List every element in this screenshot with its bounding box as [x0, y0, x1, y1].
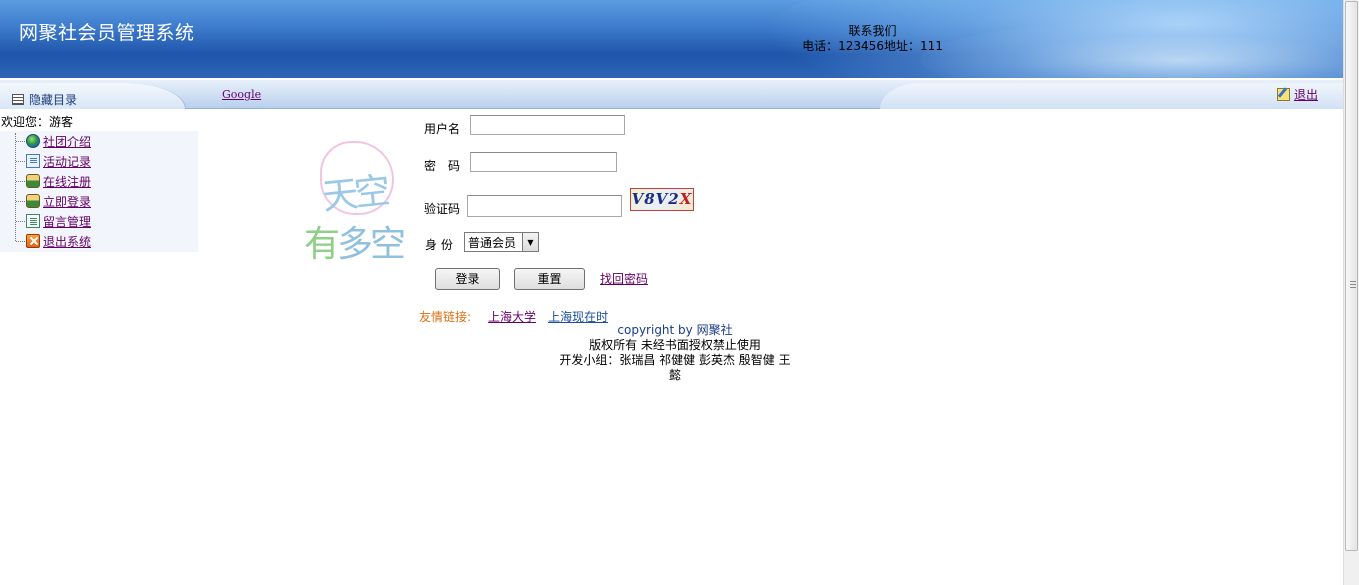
username-label: 用户名	[424, 122, 461, 136]
friend-links-label: 友情链接:	[419, 310, 472, 324]
sidebar-item-label[interactable]: 留言管理	[43, 213, 91, 230]
sidebar-item-label[interactable]: 退出系统	[43, 233, 91, 250]
toggle-menu-label: 隐藏目录	[29, 93, 78, 107]
menu-list-icon	[12, 94, 24, 105]
site-title: 网聚社会员管理系统	[19, 22, 195, 44]
scrollbar-grip-icon	[1350, 281, 1356, 288]
edit-icon	[1277, 88, 1290, 101]
captcha-text-end: X	[679, 190, 693, 208]
captcha-image[interactable]: V8V2X	[630, 188, 694, 211]
captcha-label: 验证码	[424, 202, 461, 216]
password-input[interactable]	[470, 152, 617, 172]
friend-link-shu[interactable]: 上海大学	[488, 308, 536, 325]
captcha-text: V8V2	[631, 190, 680, 208]
exit-icon	[26, 234, 40, 248]
role-selected-value: 普通会员	[468, 235, 517, 250]
tree-branch	[16, 180, 25, 182]
login-button[interactable]: 登录	[435, 268, 500, 290]
contact-info: 联系我们 电话：123456地址：111	[790, 24, 955, 54]
tree-branch	[16, 220, 25, 222]
chevron-down-icon[interactable]: ▼	[522, 233, 538, 251]
sidebar-item-label[interactable]: 社团介绍	[43, 133, 91, 150]
nav-bar: 隐藏目录 Google 退出	[0, 78, 1343, 109]
tree-branch	[16, 200, 25, 202]
note-icon	[26, 214, 40, 228]
logout-control[interactable]: 退出	[1277, 86, 1318, 103]
user-icon	[26, 194, 40, 208]
sidebar-item-label[interactable]: 活动记录	[43, 153, 91, 170]
artwork-line-2: 有多空	[304, 215, 406, 267]
sidebar-item-register[interactable]: 在线注册	[16, 172, 91, 190]
role-label: 身 份	[425, 238, 453, 252]
sidebar-item-exit[interactable]: 退出系统	[16, 232, 91, 250]
sidebar-item-activity[interactable]: 活动记录	[16, 152, 91, 170]
contact-title: 联系我们	[848, 24, 897, 38]
toggle-menu-button[interactable]: 隐藏目录	[12, 91, 77, 108]
password-label: 密 码	[424, 159, 461, 173]
sidebar-item-label[interactable]: 立即登录	[43, 193, 91, 210]
artwork-line-2b: 多空	[337, 224, 406, 265]
captcha-input[interactable]	[467, 195, 622, 217]
contact-line: 电话：123456地址：111	[802, 39, 943, 53]
sidebar-item-label[interactable]: 在线注册	[43, 173, 91, 190]
google-link[interactable]: Google	[222, 88, 261, 101]
user-icon	[26, 174, 40, 188]
sidebar-item-login[interactable]: 立即登录	[16, 192, 91, 210]
sidebar-tree: 社团介绍 活动记录 在线注册 立即登录 留言管理 退出系统	[0, 131, 198, 252]
copyright-line: copyright by 网聚社	[617, 323, 733, 337]
role-select[interactable]: 普通会员 ▼	[464, 232, 539, 252]
tree-branch	[16, 160, 25, 162]
reset-button[interactable]: 重置	[514, 268, 585, 290]
artwork-line-1: 天空	[320, 170, 389, 219]
tree-branch	[16, 240, 25, 242]
copyright-block: copyright by 网聚社 版权所有 未经书面授权禁止使用 开发小组：张瑞…	[555, 323, 795, 383]
artwork-line-2a: 有	[304, 224, 340, 265]
doc-icon	[26, 154, 40, 168]
tree-branch	[16, 140, 25, 142]
nav-tab-right	[880, 83, 1343, 109]
scrollbar-thumb[interactable]	[1345, 1, 1358, 551]
username-input[interactable]	[470, 115, 625, 135]
forgot-password-link[interactable]: 找回密码	[600, 270, 648, 287]
sidebar-item-intro[interactable]: 社团介绍	[16, 132, 91, 150]
team-line: 开发小组：张瑞昌 祁健健 彭英杰 殷智健 王懿	[559, 353, 791, 382]
sidebar-item-messages[interactable]: 留言管理	[16, 212, 91, 230]
globe-icon	[26, 134, 40, 148]
decorative-artwork: 天空 有多空	[300, 135, 415, 270]
page-header: 网聚社会员管理系统 联系我们 电话：123456地址：111	[0, 0, 1343, 78]
welcome-text: 欢迎您：游客	[1, 115, 74, 129]
rights-line: 版权所有 未经书面授权禁止使用	[589, 338, 761, 352]
logout-link[interactable]: 退出	[1294, 86, 1318, 103]
vertical-scrollbar[interactable]	[1343, 0, 1359, 585]
